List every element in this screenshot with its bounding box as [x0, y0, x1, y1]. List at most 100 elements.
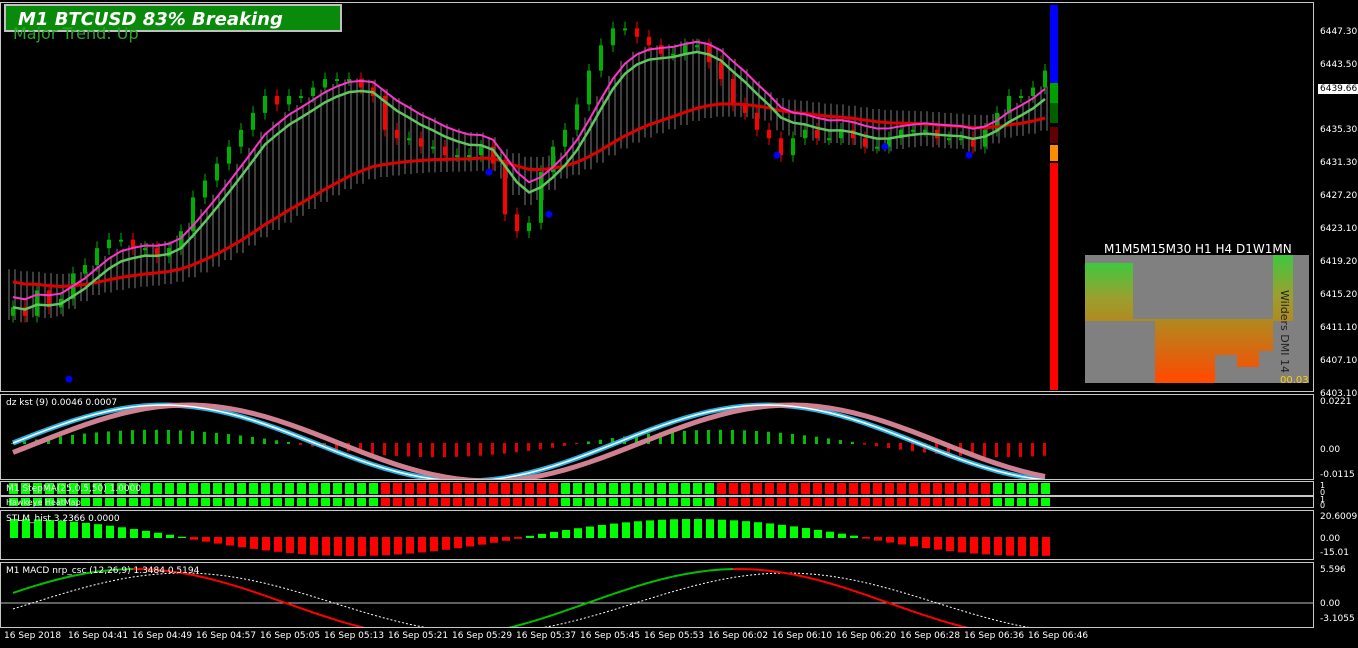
- stepma-block: [225, 483, 234, 494]
- macd-line-segment: [900, 606, 914, 613]
- hawkeye-block: [717, 498, 726, 506]
- stlm-bar: [214, 537, 222, 544]
- candle-body: [767, 129, 771, 139]
- hawkeye-block: [825, 498, 834, 506]
- macd-line-segment: [840, 585, 854, 592]
- macd-line-segment: [804, 575, 818, 581]
- kst-histogram-bar: [719, 429, 722, 444]
- stepma-block: [357, 483, 366, 494]
- hawkeye-block: [201, 498, 210, 506]
- stlm-bar: [538, 533, 546, 538]
- stepma-block: [153, 483, 162, 494]
- stlm-pane[interactable]: [0, 510, 1314, 560]
- heatmap-panel: [1085, 255, 1309, 383]
- candle-body: [827, 138, 831, 141]
- stepma-block: [429, 483, 438, 494]
- price-tick: 6447.30: [1320, 27, 1358, 37]
- candle-body: [779, 138, 783, 156]
- stepma-block: [393, 483, 402, 494]
- kst-histogram-bar: [155, 429, 158, 444]
- hawkeye-block: [333, 498, 342, 506]
- price-tick: 6435.30: [1320, 125, 1358, 135]
- stlm-bar: [718, 519, 726, 538]
- macd-line-segment: [312, 611, 326, 618]
- stlm-bar: [814, 529, 822, 538]
- macd-line-segment: [660, 575, 674, 581]
- stlm-bar: [742, 521, 750, 538]
- candle-body: [803, 129, 807, 139]
- candle-body: [299, 95, 303, 98]
- hawkeye-block: [369, 498, 378, 506]
- heatmap-bars: [1085, 255, 1293, 383]
- candle-body: [479, 146, 483, 156]
- kst-histogram-bar: [431, 443, 434, 458]
- time-tick: 16 Sep 05:37: [516, 631, 577, 641]
- hawkeye-block: [945, 498, 954, 506]
- kst-histogram-bar: [767, 431, 770, 444]
- stepma-block: [273, 483, 282, 494]
- candle-body: [227, 146, 231, 164]
- stlm-bar: [730, 520, 738, 538]
- candle-body: [599, 45, 603, 71]
- hawkeye-block: [357, 498, 366, 506]
- stlm-bar: [550, 531, 558, 538]
- stepma-block: [465, 483, 474, 494]
- candle-body: [1019, 95, 1023, 98]
- macd-line-segment: [507, 624, 518, 627]
- stepma-block: [873, 483, 882, 494]
- kst-histogram-bar: [71, 434, 74, 444]
- stepma-block: [765, 483, 774, 494]
- stepma-pane[interactable]: [0, 481, 1314, 496]
- stlm-bar: [706, 519, 714, 538]
- kst-histogram-bar: [1031, 443, 1034, 457]
- stlm-bar: [634, 521, 642, 538]
- macd-line-segment: [516, 621, 530, 627]
- stepma-block: [333, 483, 342, 494]
- stlm-bar: [1030, 537, 1038, 556]
- hawkeye-block: [285, 498, 294, 506]
- price-tick: 6415.20: [1320, 290, 1358, 300]
- hawkeye-block: [597, 498, 606, 506]
- stepma-block: [165, 483, 174, 494]
- stlm-bar: [934, 537, 942, 550]
- kst-histogram-bar: [815, 436, 818, 444]
- candle-body: [455, 155, 459, 158]
- stlm-bar: [886, 537, 894, 543]
- kst-pane[interactable]: [0, 394, 1314, 480]
- stlm-bar: [382, 537, 390, 556]
- macd-line-segment: [228, 583, 242, 589]
- hawkeye-block: [549, 498, 558, 506]
- signal-dot: [65, 375, 73, 383]
- stlm-bar: [682, 519, 690, 538]
- kst-histogram-bar: [1007, 443, 1010, 458]
- hawkeye-block: [309, 498, 318, 506]
- kst-histogram-bar: [395, 443, 398, 456]
- macd-tick-bot: -3.1055: [1320, 614, 1355, 624]
- signal-dot: [881, 143, 889, 151]
- stlm-indicator: [10, 519, 1050, 556]
- candle-body: [95, 248, 99, 266]
- time-tick: 16 Sep 05:13: [324, 631, 385, 641]
- macd-line-segment: [888, 602, 902, 609]
- candle-body: [215, 163, 219, 181]
- stepma-block: [537, 483, 546, 494]
- kst-histogram-bar: [275, 440, 278, 444]
- hawkeye-block: [273, 498, 282, 506]
- stepma-block: [237, 483, 246, 494]
- hawkeye-block: [105, 498, 114, 506]
- stepma-block: [633, 483, 642, 494]
- hawkeye-block: [633, 498, 642, 506]
- stepma-block: [513, 483, 522, 494]
- hawkeye-block: [777, 498, 786, 506]
- stlm-bar: [898, 537, 906, 545]
- stepma-block: [813, 483, 822, 494]
- stepma-block: [801, 483, 810, 494]
- kst-histogram-bar: [419, 443, 422, 457]
- hawkeye-pane[interactable]: [0, 496, 1314, 508]
- stlm-bar: [922, 537, 930, 549]
- hawkeye-block: [801, 498, 810, 506]
- stlm-bar: [982, 537, 990, 555]
- kst-histogram-bar: [803, 435, 806, 444]
- stlm-label: STLM_hist 3.2366 0.0000: [6, 514, 120, 524]
- stlm-bar: [250, 537, 258, 549]
